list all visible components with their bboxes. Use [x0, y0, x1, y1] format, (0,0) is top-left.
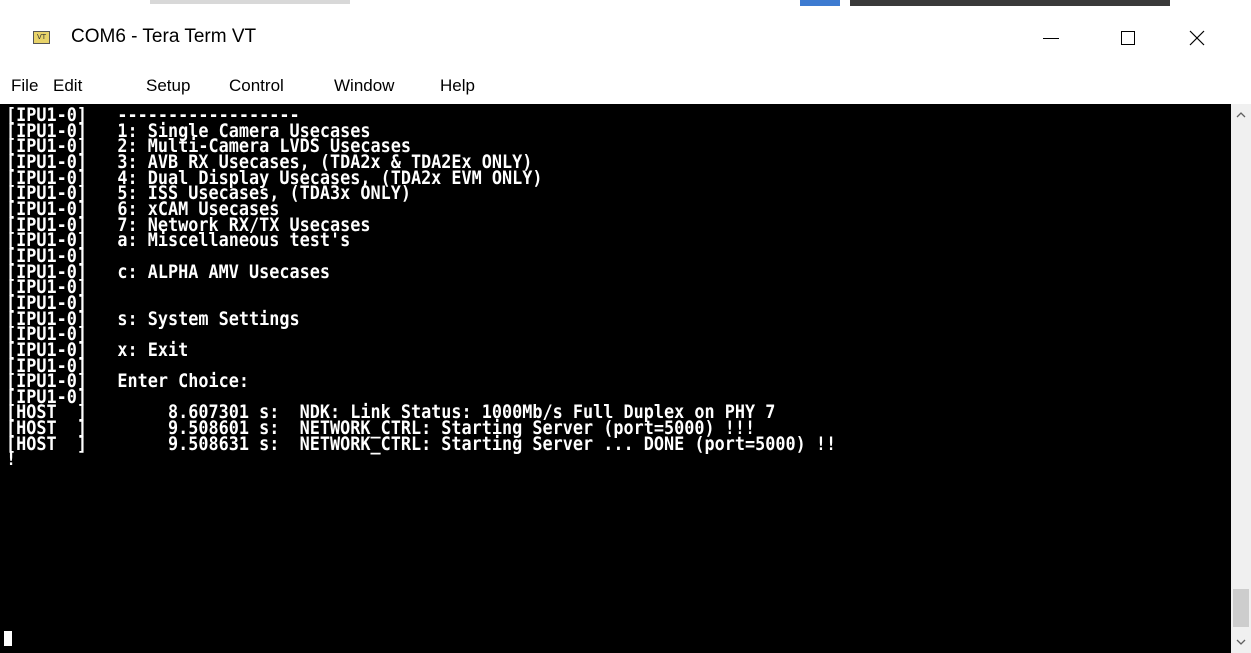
terminal-area[interactable]: [IPU1-0] ------------------ [IPU1-0] 1: … — [0, 104, 1231, 653]
minimize-icon — [1043, 37, 1059, 39]
chevron-down-icon — [1236, 639, 1246, 645]
menu-file[interactable]: File — [11, 76, 38, 96]
maximize-button[interactable] — [1099, 10, 1157, 66]
background-window-fragment — [150, 0, 350, 4]
chevron-up-icon — [1236, 112, 1246, 118]
menu-control[interactable]: Control — [229, 76, 284, 96]
menu-setup[interactable]: Setup — [146, 76, 190, 96]
background-strip — [0, 0, 1251, 10]
window-title: COM6 - Tera Term VT — [71, 26, 257, 47]
maximize-icon — [1121, 31, 1135, 45]
vertical-scrollbar[interactable] — [1231, 104, 1251, 653]
scroll-down-button[interactable] — [1231, 631, 1251, 653]
scroll-thumb[interactable] — [1233, 589, 1249, 627]
background-window-fragment-dark — [850, 0, 1170, 6]
teraterm-app-icon: VT — [33, 31, 50, 44]
minimize-button[interactable] — [1022, 10, 1080, 66]
menu-edit[interactable]: Edit — [53, 76, 82, 96]
menu-window[interactable]: Window — [334, 76, 394, 96]
terminal-line: [HOST ] 9.508631 s: NETWORK_CTRL: Starti… — [6, 432, 837, 455]
terminal-line: ! — [6, 448, 17, 471]
scroll-up-button[interactable] — [1231, 104, 1251, 126]
terminal-cursor — [4, 631, 12, 646]
menu-help[interactable]: Help — [440, 76, 475, 96]
close-button[interactable] — [1168, 10, 1226, 66]
title-bar[interactable]: VT COM6 - Tera Term VT — [0, 10, 1251, 66]
close-icon — [1189, 30, 1205, 46]
background-window-fragment-blue — [800, 0, 840, 6]
terminal-output: [IPU1-0] ------------------ [IPU1-0] 1: … — [6, 106, 837, 471]
menu-bar: File Edit Setup Control Window Help — [0, 66, 1251, 104]
